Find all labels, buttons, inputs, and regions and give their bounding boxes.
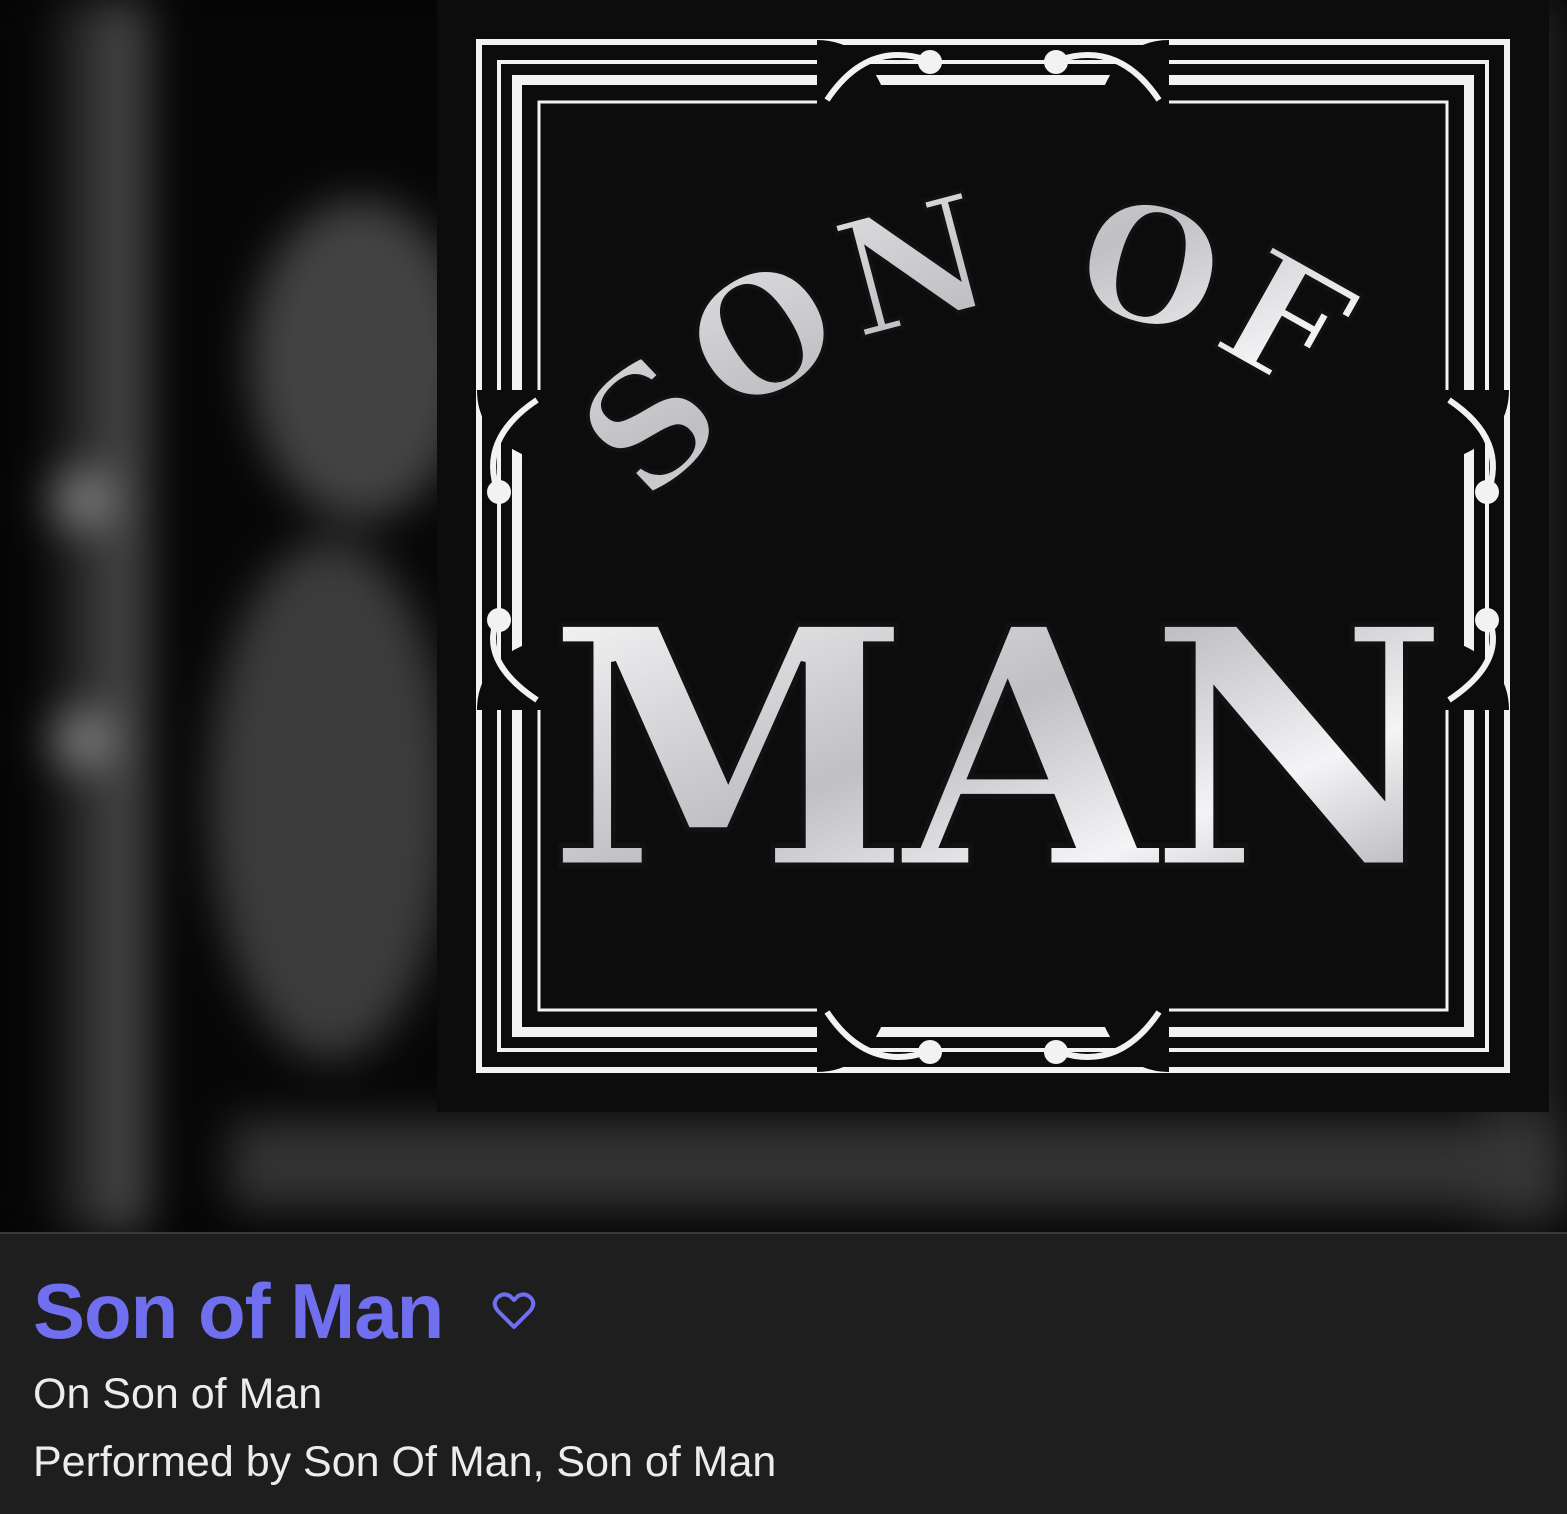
track-title: Son of Man [33,1267,444,1355]
album-artwork: SON OF MAN [437,0,1549,1112]
performer-line: Performed by Son Of Man, Son of Man [33,1438,777,1486]
title-row: Son of Man [33,1266,537,1356]
svg-text:MAN: MAN [547,555,1440,943]
track-info-panel: Son of Man On Son of Man Performed by So… [0,1232,1567,1514]
album-line[interactable]: On Son of Man [33,1366,322,1422]
album-art-backdrop: SON OF MAN [0,0,1567,1232]
heart-outline-icon[interactable] [491,1288,537,1334]
son-of-man-logo-image: SON OF MAN [437,0,1549,1112]
